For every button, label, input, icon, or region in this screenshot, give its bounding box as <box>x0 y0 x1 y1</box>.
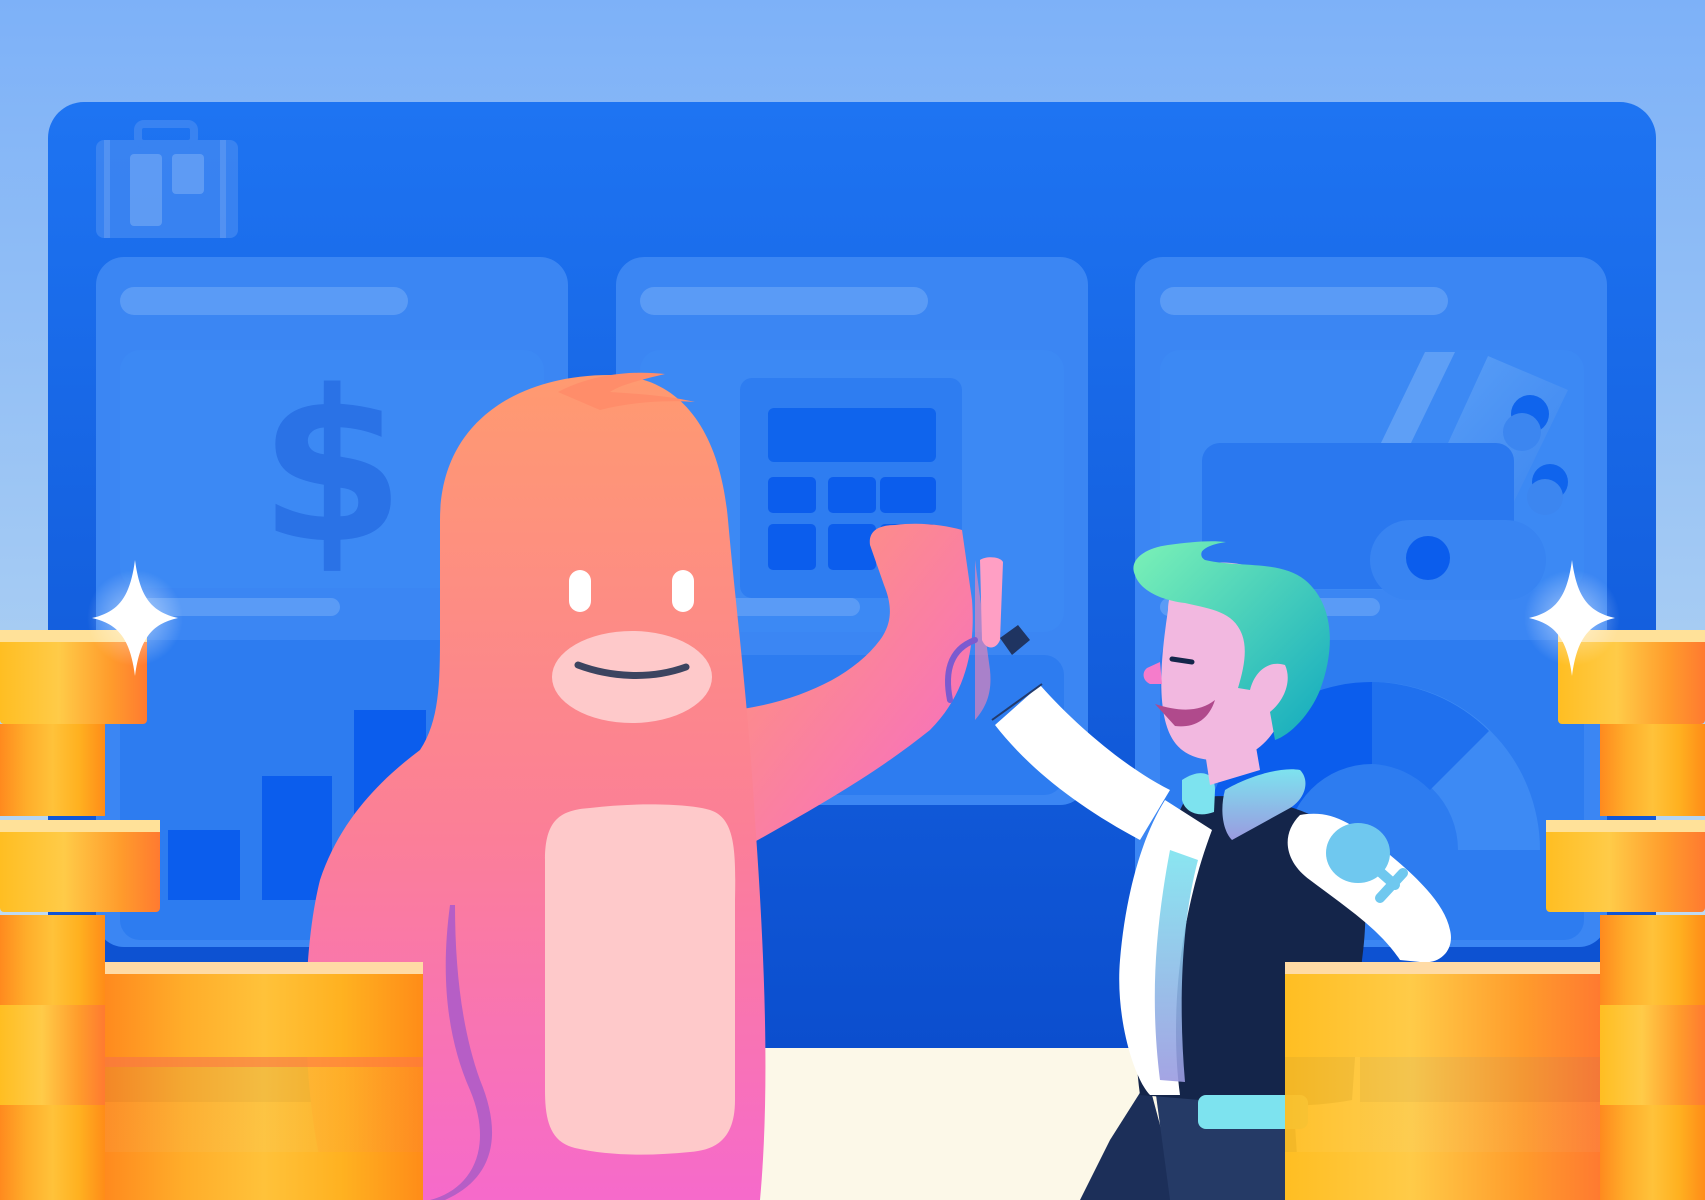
monster-right-eye <box>672 570 694 612</box>
dollar-sign-icon: $ <box>259 345 405 590</box>
monster-left-eye <box>569 570 591 612</box>
high-five-illustration: $ <box>0 0 1705 1200</box>
monster-belly <box>545 804 736 1155</box>
briefcase-icon <box>96 120 238 238</box>
scene-canvas: $ <box>0 0 1705 1200</box>
